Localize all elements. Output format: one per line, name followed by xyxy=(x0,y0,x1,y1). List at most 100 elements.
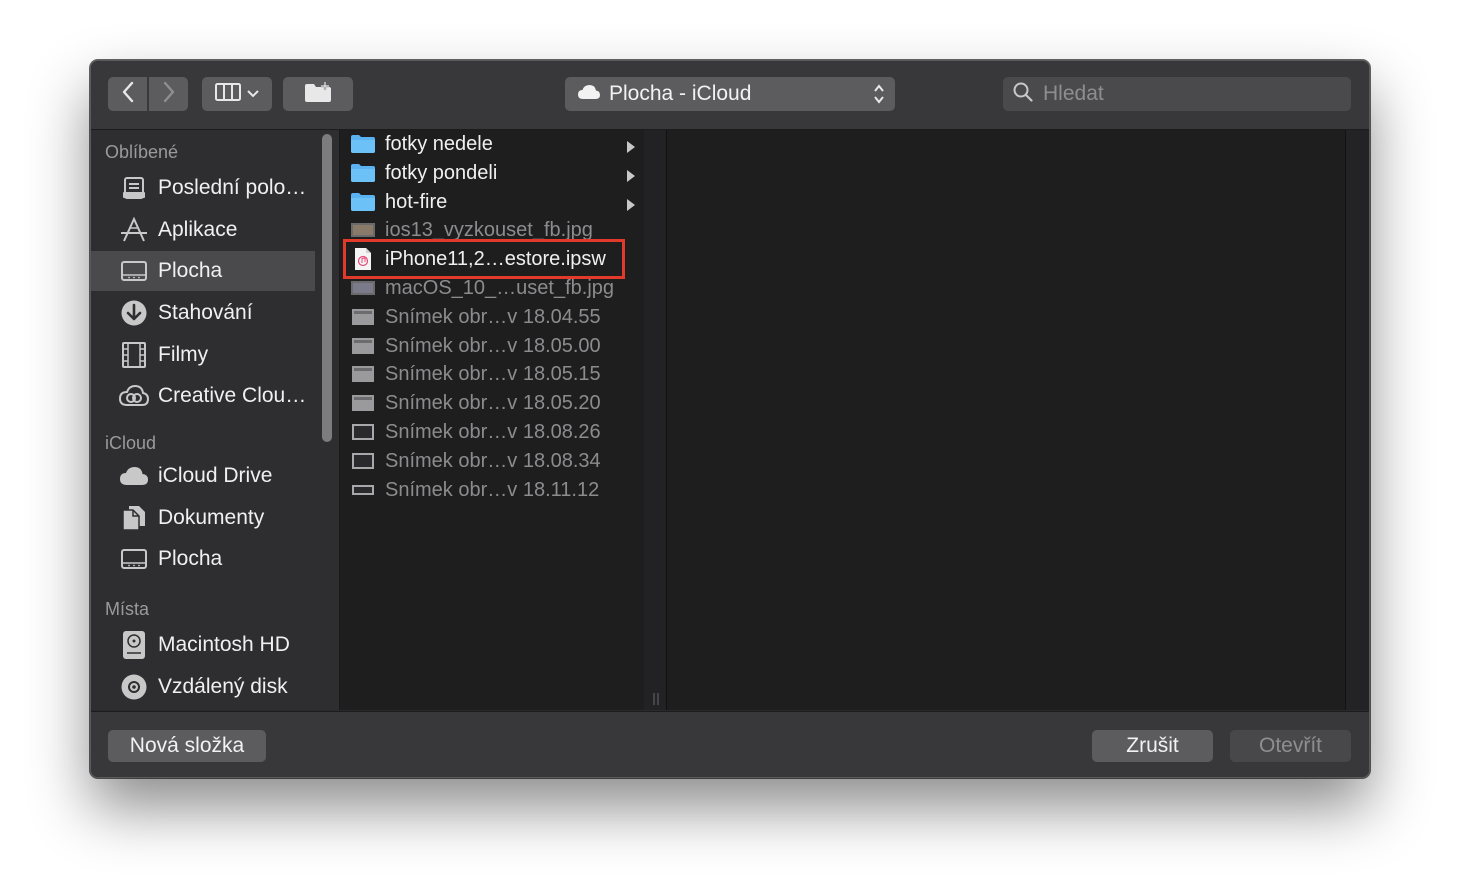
creative-cloud-icon xyxy=(119,381,149,411)
screenshot-file-icon xyxy=(350,306,376,328)
sidebar-item-label: Creative Clou… xyxy=(158,384,307,407)
file-row-image: ios13_vyzkouset_fb.jpg xyxy=(340,216,640,244)
applications-icon xyxy=(119,215,149,245)
toolbar: Plocha - iCloud xyxy=(91,61,1369,130)
image-file-icon xyxy=(350,219,376,241)
sidebar-item-movies[interactable]: Filmy xyxy=(91,335,315,375)
sidebar-item-downloads[interactable]: Stahování xyxy=(91,293,315,333)
open-file-dialog: Plocha - iCloud Oblíbené Poslední polo… xyxy=(90,60,1370,778)
sidebar-item-label: Vzdálený disk xyxy=(158,675,288,698)
path-popup-label: Plocha - iCloud xyxy=(609,82,752,105)
file-row-folder[interactable]: hot-fire xyxy=(340,188,640,216)
screenshot-file-icon xyxy=(350,450,376,472)
file-row-screenshot: Snímek obr…v 18.05.20 xyxy=(340,389,640,417)
sidebar-item-icloud-drive[interactable]: iCloud Drive xyxy=(91,456,315,496)
file-name: Snímek obr…v 18.08.34 xyxy=(385,449,601,472)
downloads-icon xyxy=(119,298,149,328)
sidebar-section-favorites: Oblíbené xyxy=(105,142,179,162)
folder-icon xyxy=(350,162,376,184)
file-name: iPhone11,2…estore.ipsw xyxy=(385,247,606,270)
file-row-folder[interactable]: fotky nedele xyxy=(340,130,640,158)
hard-disk-icon xyxy=(119,630,149,660)
sidebar-item-documents[interactable]: Dokumenty xyxy=(91,498,315,538)
search-input[interactable] xyxy=(1041,81,1335,107)
sidebar-item-remote-disc[interactable]: Vzdálený disk xyxy=(91,667,315,707)
sidebar-item-label: Plocha xyxy=(158,547,223,570)
file-row-screenshot: Snímek obr…v 18.05.15 xyxy=(340,360,640,388)
sidebar-item-macintosh-hd[interactable]: Macintosh HD xyxy=(91,625,315,665)
file-name: Snímek obr…v 18.05.00 xyxy=(385,334,601,357)
file-name: Snímek obr…v 18.04.55 xyxy=(385,305,601,328)
file-row-screenshot: Snímek obr…v 18.05.00 xyxy=(340,332,640,360)
chevron-left-icon xyxy=(121,81,135,108)
sidebar-section-icloud: iCloud xyxy=(105,433,157,453)
sidebar-item-desktop[interactable]: Plocha xyxy=(91,251,315,291)
folder-icon xyxy=(350,133,376,155)
screenshot-file-icon xyxy=(350,392,376,414)
preview-column xyxy=(667,130,1345,710)
chevron-down-icon xyxy=(247,85,259,103)
remote-disc-icon xyxy=(119,672,149,702)
search-field[interactable] xyxy=(1003,77,1351,111)
view-mode-button[interactable] xyxy=(202,77,272,111)
file-name: hot-fire xyxy=(385,190,448,213)
resize-handle-icon xyxy=(652,692,660,710)
sidebar-item-creative-cloud[interactable]: Creative Clou… xyxy=(91,376,315,416)
file-name: macOS_10_…uset_fb.jpg xyxy=(385,276,615,299)
column-resize-divider[interactable] xyxy=(644,130,667,710)
file-name: fotky nedele xyxy=(385,132,493,155)
movies-icon xyxy=(119,340,149,370)
path-popup[interactable]: Plocha - iCloud xyxy=(565,77,895,111)
updown-arrows-icon xyxy=(873,82,885,112)
chevron-right-icon xyxy=(162,81,176,108)
sidebar-item-label: Stahování xyxy=(158,301,253,324)
sidebar-item-applications[interactable]: Aplikace xyxy=(91,210,315,250)
file-row-screenshot: Snímek obr…v 18.11.12 xyxy=(340,476,640,504)
folder-icon xyxy=(350,191,376,213)
sidebar-item-recents[interactable]: Poslední polo… xyxy=(91,168,315,208)
sidebar-item-label: Macintosh HD xyxy=(158,633,290,656)
new-folder-button[interactable]: Nová složka xyxy=(108,730,266,762)
file-name: Snímek obr…v 18.08.26 xyxy=(385,420,601,443)
screenshot-file-icon xyxy=(350,363,376,385)
documents-icon xyxy=(119,503,149,533)
sidebar-item-label: Filmy xyxy=(158,343,209,366)
cloud-icon xyxy=(577,82,601,106)
sidebar-item-label: Dokumenty xyxy=(158,506,265,529)
open-button[interactable]: Otevřít xyxy=(1230,730,1351,762)
cancel-button[interactable]: Zrušit xyxy=(1092,730,1213,762)
sidebar-item-label: iCloud Drive xyxy=(158,464,273,487)
desktop-icon xyxy=(119,544,149,574)
file-row-folder[interactable]: fotky pondeli xyxy=(340,159,640,187)
file-name: fotky pondeli xyxy=(385,161,498,184)
disclosure-arrow-icon xyxy=(626,195,636,218)
search-icon xyxy=(1013,82,1033,107)
disclosure-arrow-icon xyxy=(626,137,636,160)
file-name: Snímek obr…v 18.11.12 xyxy=(385,478,600,501)
ipsw-file-icon xyxy=(350,248,376,270)
columns-view-icon xyxy=(215,82,241,106)
bottom-bar: Nová složka Zrušit Otevřít xyxy=(91,711,1369,777)
forward-button[interactable] xyxy=(149,77,188,111)
sidebar-item-label: Plocha xyxy=(158,259,223,282)
back-button[interactable] xyxy=(108,77,147,111)
file-row-screenshot: Snímek obr…v 18.08.26 xyxy=(340,418,640,446)
new-folder-icon xyxy=(303,81,333,108)
disclosure-arrow-icon xyxy=(626,166,636,189)
sidebar-item-icloud-desktop[interactable]: Plocha xyxy=(91,539,315,579)
right-scrollbar-track[interactable] xyxy=(1345,130,1369,710)
sidebar-item-label: Aplikace xyxy=(158,218,238,241)
cloud-icon xyxy=(119,461,149,491)
screenshot-file-icon xyxy=(350,421,376,443)
file-row-ipsw[interactable]: iPhone11,2…estore.ipsw xyxy=(340,245,640,273)
file-name: Snímek obr…v 18.05.15 xyxy=(385,362,601,385)
screenshot-file-icon xyxy=(350,479,376,501)
sidebar-item-label: Poslední polo… xyxy=(158,176,307,199)
image-file-icon xyxy=(350,277,376,299)
recents-icon xyxy=(119,173,149,203)
file-row-screenshot: Snímek obr…v 18.04.55 xyxy=(340,303,640,331)
new-folder-toolbar-button[interactable] xyxy=(283,77,353,111)
sidebar-scrollbar[interactable] xyxy=(322,134,332,442)
sidebar: Oblíbené Poslední polo… Aplikace Plocha … xyxy=(91,130,340,710)
file-column: fotky nedele fotky pondeli hot-fire ios1… xyxy=(340,130,645,710)
